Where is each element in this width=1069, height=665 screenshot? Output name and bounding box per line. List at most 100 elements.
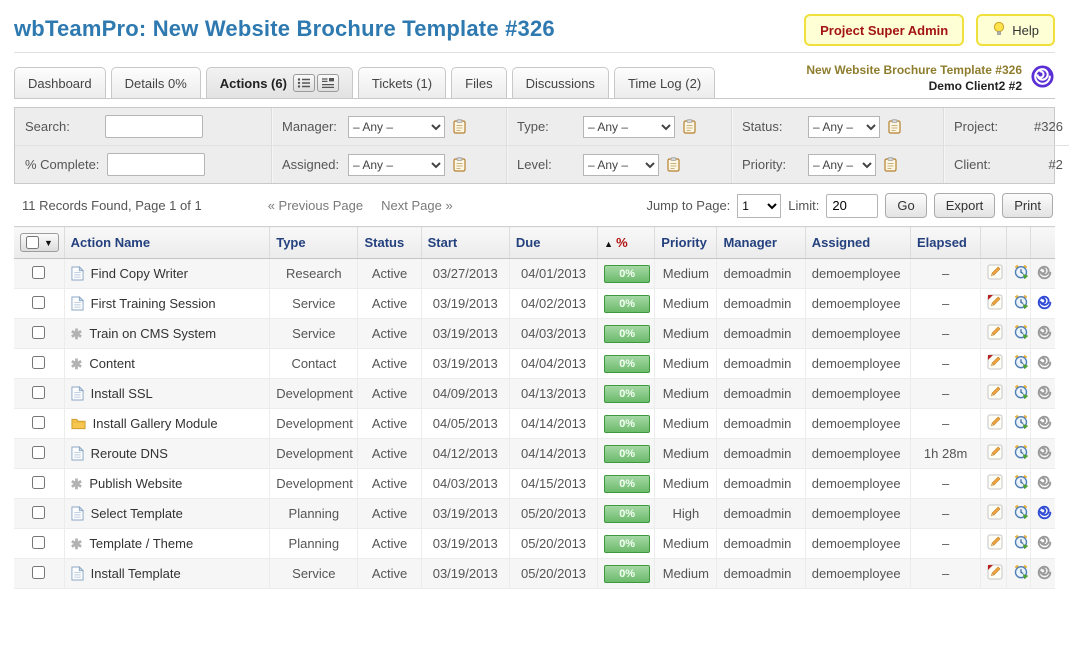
action-name-link[interactable]: Publish Website [89, 476, 182, 491]
timer-icon[interactable] [1013, 534, 1029, 550]
row-checkbox[interactable] [32, 356, 45, 369]
timer-icon[interactable] [1013, 564, 1029, 580]
action-name-link[interactable]: Select Template [91, 506, 183, 521]
level-select[interactable]: – Any – [583, 154, 659, 176]
row-checkbox[interactable] [32, 446, 45, 459]
previous-page-link[interactable]: « Previous Page [268, 198, 363, 213]
action-name-link[interactable]: Template / Theme [89, 536, 193, 551]
spiral-gray-icon[interactable] [1037, 535, 1052, 550]
row-checkbox[interactable] [32, 326, 45, 339]
row-checkbox[interactable] [32, 266, 45, 279]
clipboard-icon[interactable] [453, 119, 466, 134]
action-name-link[interactable]: Install Gallery Module [93, 416, 218, 431]
limit-input[interactable] [826, 194, 878, 218]
edit-flagged-icon[interactable] [987, 564, 1003, 580]
col-start[interactable]: Start [421, 227, 509, 259]
next-page-link[interactable]: Next Page » [381, 198, 453, 213]
spiral-gray-icon[interactable] [1037, 385, 1052, 400]
action-name-link[interactable]: First Training Session [91, 296, 216, 311]
timer-icon[interactable] [1013, 444, 1029, 460]
jump-to-page-select[interactable]: 1 [737, 194, 781, 218]
row-checkbox[interactable] [32, 296, 45, 309]
action-name-link[interactable]: Train on CMS System [89, 326, 216, 341]
row-checkbox[interactable] [32, 476, 45, 489]
spiral-gray-icon[interactable] [1037, 475, 1052, 490]
edit-icon[interactable] [987, 264, 1003, 280]
spiral-gray-icon[interactable] [1037, 565, 1052, 580]
spiral-gray-icon[interactable] [1037, 355, 1052, 370]
tab-details[interactable]: Details 0% [111, 67, 201, 98]
col-manager[interactable]: Manager [717, 227, 805, 259]
action-name-link[interactable]: Content [89, 356, 135, 371]
type-select[interactable]: – Any – [583, 116, 675, 138]
col-elapsed[interactable]: Elapsed [911, 227, 981, 259]
edit-icon[interactable] [987, 444, 1003, 460]
spiral-gray-icon[interactable] [1037, 265, 1052, 280]
edit-icon[interactable] [987, 504, 1003, 520]
timer-icon[interactable] [1013, 354, 1029, 370]
tab-tickets[interactable]: Tickets (1) [358, 67, 446, 98]
status-select[interactable]: – Any – [808, 116, 880, 138]
col-assigned[interactable]: Assigned [805, 227, 910, 259]
action-name-link[interactable]: Install SSL [91, 386, 153, 401]
timer-icon[interactable] [1013, 324, 1029, 340]
spiral-gray-icon[interactable] [1037, 325, 1052, 340]
edit-icon[interactable] [987, 534, 1003, 550]
start-date-cell: 03/19/2013 [421, 499, 509, 529]
timer-icon[interactable] [1013, 474, 1029, 490]
clipboard-icon[interactable] [888, 119, 901, 134]
clipboard-icon[interactable] [667, 157, 680, 172]
row-checkbox[interactable] [32, 386, 45, 399]
clipboard-icon[interactable] [453, 157, 466, 172]
spiral-gray-icon[interactable] [1037, 445, 1052, 460]
priority-select[interactable]: – Any – [808, 154, 876, 176]
col-percent[interactable]: ▲% [598, 227, 655, 259]
spiral-blue-icon[interactable] [1037, 295, 1052, 310]
edit-icon[interactable] [987, 474, 1003, 490]
action-name-link[interactable]: Find Copy Writer [91, 266, 188, 281]
spiral-blue-icon[interactable] [1037, 505, 1052, 520]
edit-flagged-icon[interactable] [987, 354, 1003, 370]
timer-icon[interactable] [1013, 414, 1029, 430]
project-super-admin-button[interactable]: Project Super Admin [804, 14, 964, 46]
action-name-link[interactable]: Reroute DNS [91, 446, 168, 461]
manager-select[interactable]: – Any – [348, 116, 445, 138]
detail-view-icon[interactable] [317, 74, 339, 92]
action-name-link[interactable]: Install Template [91, 566, 181, 581]
edit-flagged-icon[interactable] [987, 294, 1003, 310]
col-priority[interactable]: Priority [655, 227, 717, 259]
edit-icon[interactable] [987, 324, 1003, 340]
assigned-select[interactable]: – Any – [348, 154, 445, 176]
tab-dashboard[interactable]: Dashboard [14, 67, 106, 98]
list-view-icon[interactable] [293, 74, 315, 92]
print-button[interactable]: Print [1002, 193, 1053, 218]
row-checkbox[interactable] [32, 506, 45, 519]
row-checkbox[interactable] [32, 536, 45, 549]
tab-actions[interactable]: Actions (6) [206, 67, 353, 98]
go-button[interactable]: Go [885, 193, 926, 218]
export-button[interactable]: Export [934, 193, 996, 218]
search-input[interactable] [105, 115, 203, 138]
col-action-name[interactable]: Action Name [64, 227, 270, 259]
row-checkbox[interactable] [32, 416, 45, 429]
timer-icon[interactable] [1013, 504, 1029, 520]
edit-icon[interactable] [987, 414, 1003, 430]
timer-icon[interactable] [1013, 264, 1029, 280]
col-status[interactable]: Status [358, 227, 421, 259]
spiral-gray-icon[interactable] [1037, 415, 1052, 430]
col-type[interactable]: Type [270, 227, 358, 259]
clipboard-icon[interactable] [884, 157, 897, 172]
help-button[interactable]: Help [976, 14, 1055, 46]
row-checkbox[interactable] [32, 566, 45, 579]
clipboard-icon[interactable] [683, 119, 696, 134]
tab-timelog[interactable]: Time Log (2) [614, 67, 715, 98]
tab-discussions[interactable]: Discussions [512, 67, 609, 98]
timer-icon[interactable] [1013, 294, 1029, 310]
select-all-checkbox[interactable] [26, 236, 39, 249]
col-due[interactable]: Due [509, 227, 597, 259]
edit-icon[interactable] [987, 384, 1003, 400]
tab-files[interactable]: Files [451, 67, 506, 98]
timer-icon[interactable] [1013, 384, 1029, 400]
select-all-button[interactable]: ▼ [20, 233, 59, 252]
percent-complete-input[interactable] [107, 153, 205, 176]
